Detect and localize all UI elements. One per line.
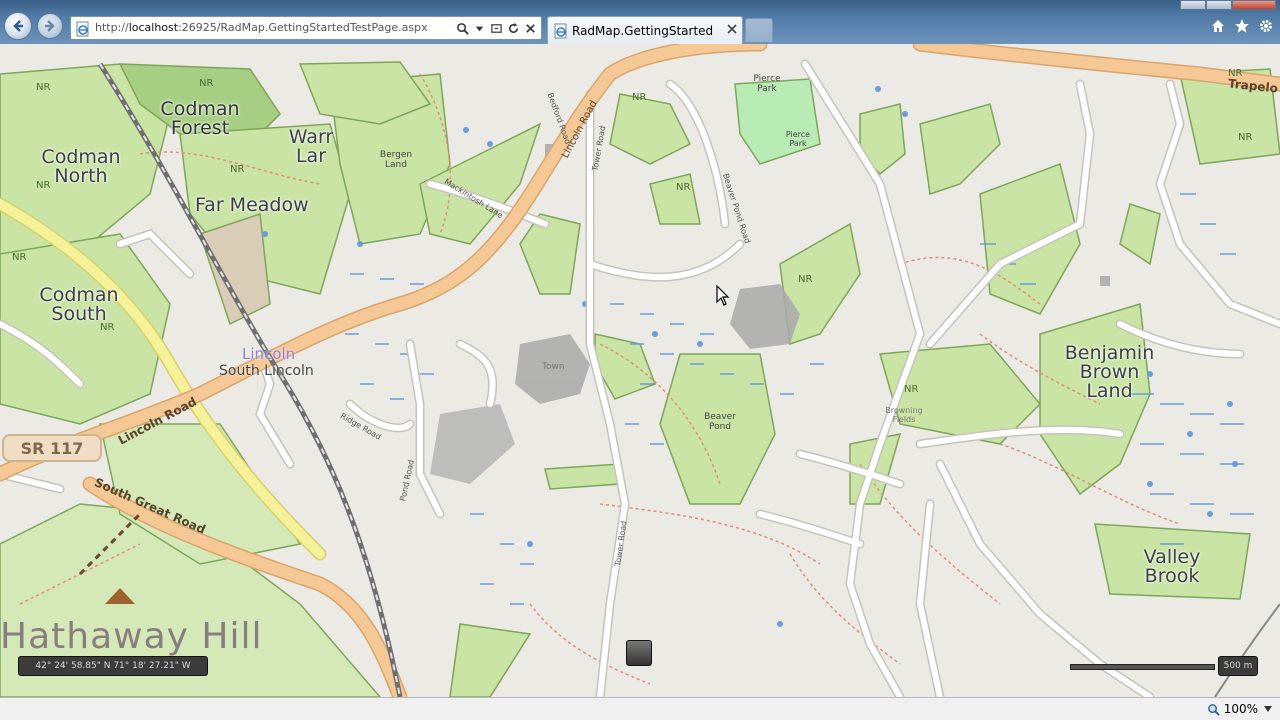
forward-button[interactable]: [37, 13, 63, 39]
nr-label: NR: [12, 252, 27, 263]
place-label: Town: [542, 362, 565, 372]
place-label: Bergen Land: [379, 150, 413, 170]
minimap-toggle-button[interactable]: [626, 640, 652, 666]
zoom-control[interactable]: 100%: [1207, 702, 1258, 716]
close-icon[interactable]: [726, 23, 738, 35]
address-bar[interactable]: http://localhost:26925/RadMap.GettingSta…: [70, 16, 542, 40]
stop-icon[interactable]: [523, 20, 537, 36]
place-label: Codman South: [39, 284, 119, 325]
nr-label: NR: [1238, 132, 1253, 143]
nr-label: NR: [676, 182, 691, 193]
mouse-cursor-icon: [716, 285, 730, 306]
nr-label: NR: [632, 92, 647, 103]
back-button[interactable]: [4, 12, 32, 40]
favorites-star-icon[interactable]: [1234, 18, 1250, 34]
compatibility-view-icon[interactable]: [489, 20, 503, 36]
dropdown-icon[interactable]: [472, 20, 486, 36]
place-label: Hathaway Hill: [0, 616, 263, 657]
nr-label: NR: [904, 384, 919, 395]
place-label: Benjamin Brown Land: [1064, 342, 1155, 402]
arrow-left-icon: [13, 20, 23, 32]
zoom-magnifier-icon: [1207, 703, 1220, 716]
map-viewport[interactable]: Codman North Codman Forest Codman South …: [0, 44, 1280, 697]
new-tab-button[interactable]: [745, 18, 773, 42]
place-label: Pierce Park: [753, 74, 781, 94]
home-icon[interactable]: [1210, 18, 1226, 34]
place-label: Beaver Pond: [704, 412, 736, 432]
scale-bar: [1070, 664, 1215, 670]
nr-label: NR: [100, 322, 115, 333]
ie-page-icon: [76, 21, 89, 37]
gear-icon[interactable]: [1258, 18, 1274, 34]
address-url[interactable]: http://localhost:26925/RadMap.GettingSta…: [95, 21, 428, 34]
place-label: Warr Lar: [288, 126, 334, 167]
browser-chrome: http://localhost:26925/RadMap.GettingSta…: [0, 0, 1280, 44]
status-bar: 100%: [0, 697, 1280, 720]
nr-label: NR: [36, 82, 51, 93]
arrow-right-icon: [45, 20, 55, 32]
place-label: Browning Fields: [885, 406, 923, 424]
search-icon[interactable]: [455, 20, 469, 36]
refresh-icon[interactable]: [506, 20, 520, 36]
window-close-button[interactable]: [1232, 0, 1276, 10]
tab-title: RadMap.GettingStarted: [572, 24, 714, 38]
nr-label: NR: [1228, 68, 1243, 79]
place-label: Far Meadow: [195, 194, 309, 216]
place-label: Pierce Park: [785, 130, 811, 148]
zoom-level: 100%: [1223, 702, 1258, 716]
coordinates-readout: 42° 24' 58.85" N 71° 18' 27.21" W: [18, 656, 208, 676]
minimize-button[interactable]: [1180, 0, 1206, 10]
tab-radmap[interactable]: RadMap.GettingStarted: [547, 16, 743, 44]
nr-label: NR: [36, 180, 51, 191]
chevron-down-icon[interactable]: [1264, 706, 1272, 712]
route-shield: SR 117: [2, 434, 102, 462]
nr-label: NR: [230, 164, 245, 175]
nr-label: NR: [199, 78, 214, 89]
power-line: [1214, 603, 1280, 697]
nr-label: NR: [798, 274, 813, 285]
place-label: Valley Brook: [1143, 546, 1201, 587]
place-label: Codman Forest: [160, 98, 240, 139]
place-label: South Lincoln: [219, 363, 314, 379]
scale-label: 500 m: [1218, 656, 1258, 676]
place-label: Lincoln: [242, 345, 296, 363]
maximize-button[interactable]: [1206, 0, 1232, 10]
ie-page-icon: [554, 23, 567, 39]
